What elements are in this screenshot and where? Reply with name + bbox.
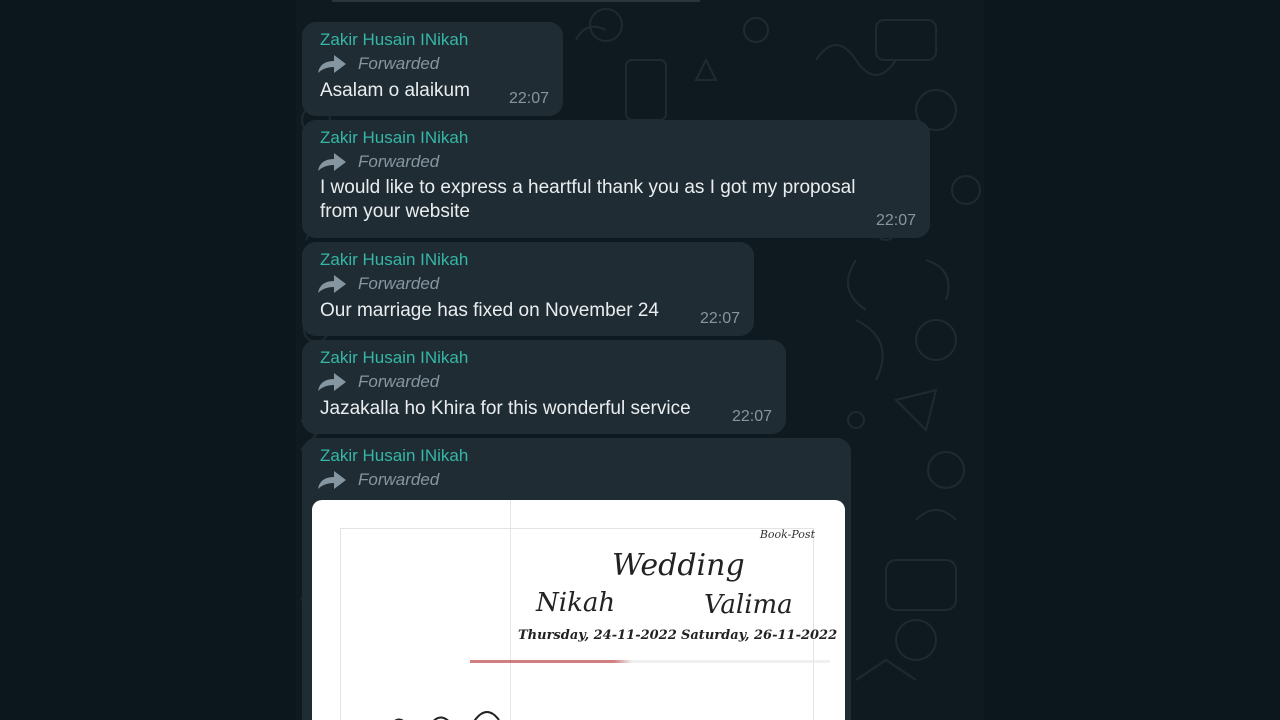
message-time: 22:07	[699, 310, 740, 327]
card-valima: Valima	[704, 590, 793, 620]
forwarded-label: Forwarded	[358, 372, 440, 391]
message-time: 22:07	[731, 408, 772, 425]
forwarded-indicator: Forwarded	[316, 273, 439, 295]
forwarded-indicator: Forwarded	[316, 53, 439, 75]
forwarded-indicator: Forwarded	[316, 151, 439, 173]
message-text: Jazakalla ho Khira for this wonderful se…	[320, 398, 691, 419]
image-message-bubble[interactable]: Zakir Husain INikah Forwarded Book-Post …	[302, 438, 851, 720]
message-bubble[interactable]: Zakir Husain INikah Forwarded I would li…	[302, 120, 930, 238]
card-fold-line	[510, 500, 511, 720]
card-bottom-script-flourish	[394, 711, 500, 720]
message-text: Asalam o alaikum	[320, 80, 470, 101]
forwarded-label: Forwarded	[358, 54, 440, 73]
sender-name[interactable]: Zakir Husain INikah	[320, 348, 468, 368]
forwarded-label: Forwarded	[358, 152, 440, 171]
card-valima-date: Saturday, 26-11-2022	[681, 628, 838, 643]
message-time: 22:07	[875, 212, 916, 229]
message-text: Our marriage has fixed on November 24	[320, 300, 659, 321]
sender-name[interactable]: Zakir Husain INikah	[320, 128, 468, 148]
sender-name[interactable]: Zakir Husain INikah	[320, 250, 468, 270]
card-faded-text-line	[470, 660, 830, 663]
message-text-line: I would like to express a heartful thank…	[320, 177, 856, 198]
message-text-line: from your website	[320, 201, 470, 222]
message-bubble[interactable]: Zakir Husain INikah Forwarded Our marria…	[302, 242, 754, 336]
forwarded-label: Forwarded	[358, 274, 440, 293]
card-nikah-date: Thursday, 24-11-2022	[518, 628, 677, 643]
card-title: Wedding	[612, 548, 745, 583]
forward-arrow-icon	[318, 471, 346, 489]
card-book-post: Book-Post	[759, 528, 815, 541]
forward-arrow-icon	[318, 153, 346, 171]
wedding-card-image[interactable]: Book-Post Wedding Nikah Valima Thursday,…	[312, 500, 845, 720]
forward-arrow-icon	[318, 55, 346, 73]
screen: Zakir Husain INikah Forwarded Asalam o a…	[0, 0, 1280, 720]
sender-name[interactable]: Zakir Husain INikah	[320, 446, 468, 466]
message-bubble[interactable]: Zakir Husain INikah Forwarded Asalam o a…	[302, 22, 563, 116]
card-nikah: Nikah	[536, 588, 616, 618]
forwarded-indicator: Forwarded	[316, 469, 439, 491]
forward-arrow-icon	[318, 275, 346, 293]
forwarded-label: Forwarded	[358, 470, 440, 489]
forwarded-indicator: Forwarded	[316, 371, 439, 393]
sender-name[interactable]: Zakir Husain INikah	[320, 30, 468, 50]
message-time: 22:07	[508, 90, 549, 107]
forward-arrow-icon	[318, 373, 346, 391]
top-divider	[332, 0, 700, 2]
message-text: I would like to express a heartful thank…	[320, 176, 855, 224]
message-bubble[interactable]: Zakir Husain INikah Forwarded Jazakalla …	[302, 340, 786, 434]
